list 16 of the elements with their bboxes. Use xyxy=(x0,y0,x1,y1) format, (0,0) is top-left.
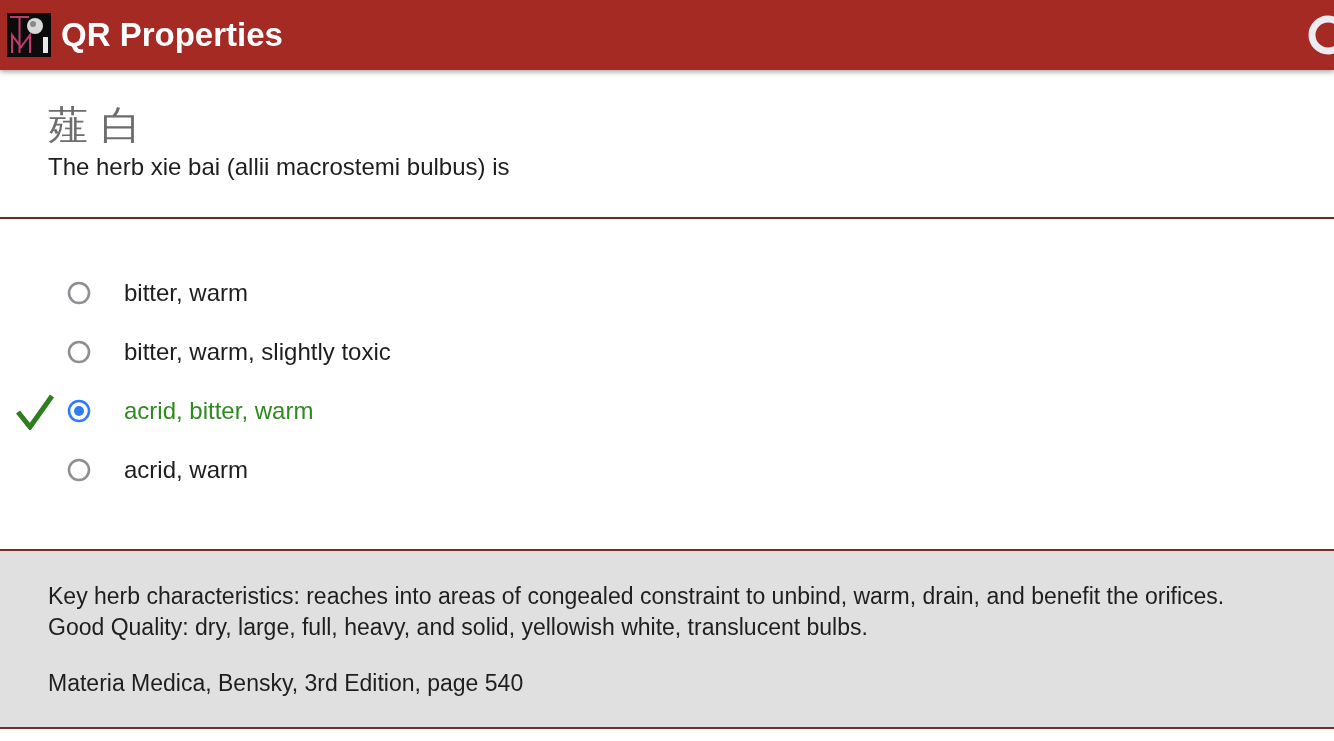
option-label[interactable]: acrid, bitter, warm xyxy=(124,395,314,426)
app-title: QR Properties xyxy=(61,15,283,55)
radio-button[interactable] xyxy=(67,398,91,423)
radio-button[interactable] xyxy=(67,339,91,364)
logo-icon xyxy=(7,13,51,57)
source-citation: Materia Medica, Bensky, 3rd Edition, page 540 xyxy=(48,669,525,698)
herb-chinese-name: 薤 白 xyxy=(48,101,141,150)
note-text: Key herb characteristics: reaches into areas of congealed constraint to unbind, warm, drain, and benefit the orifices. xyxy=(48,582,1226,611)
radio-button[interactable] xyxy=(67,457,91,482)
radio-button[interactable] xyxy=(67,280,91,305)
option-label[interactable]: acrid, warm xyxy=(124,454,249,485)
note-text: Good Quality: dry, large, full, heavy, and solid, yellowish white, translucent bulbs. xyxy=(48,613,869,642)
option-label[interactable]: bitter, warm, slightly toxic xyxy=(124,336,391,367)
option-label[interactable]: bitter, warm xyxy=(124,277,249,308)
ring-icon[interactable] xyxy=(1307,14,1334,56)
question-text: The herb xie bai (allii macrostemi bulbus) is xyxy=(48,152,511,182)
